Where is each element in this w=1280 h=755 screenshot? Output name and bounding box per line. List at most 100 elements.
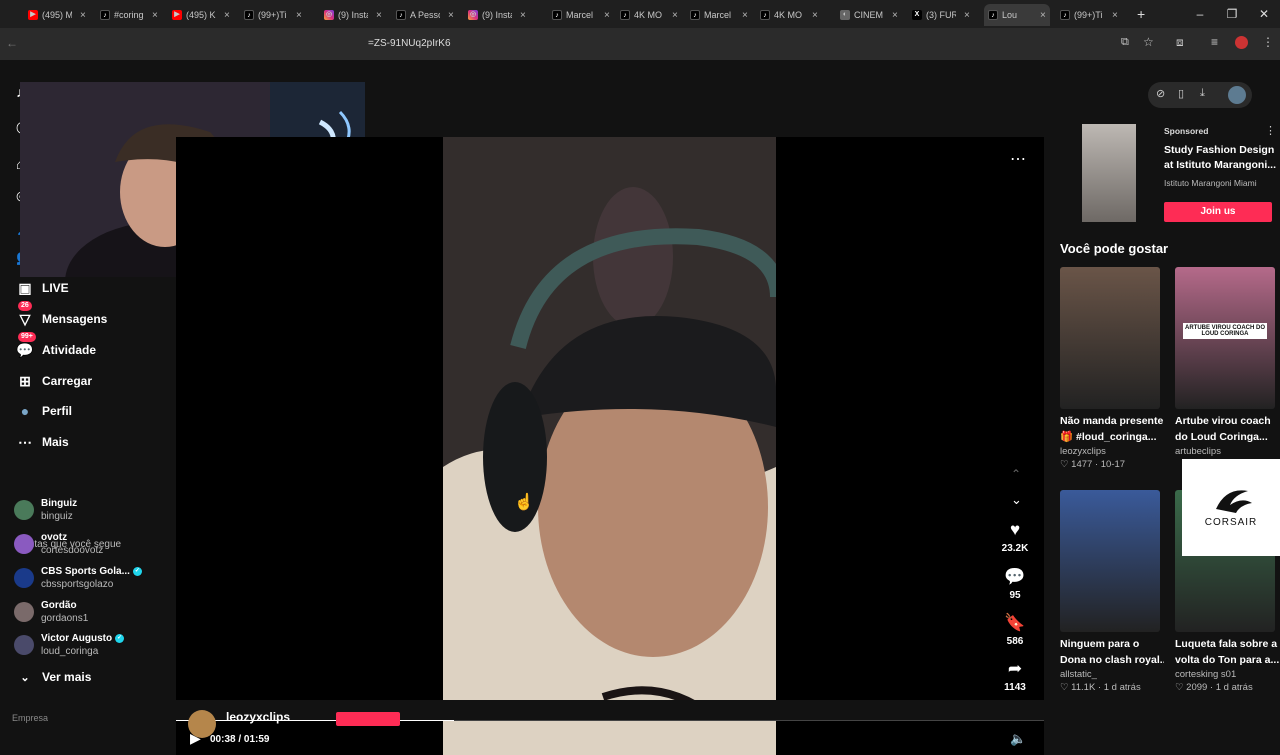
close-tab-icon[interactable]: × <box>152 10 158 21</box>
profile-avatar-icon[interactable] <box>1235 36 1248 49</box>
video-caption-line1[interactable]: Não manda presente <box>1060 413 1164 429</box>
back-icon[interactable]: ← <box>6 36 18 50</box>
close-tab-icon[interactable]: × <box>742 10 748 21</box>
sidebar-item-carregar[interactable]: ⊞ Carregar <box>16 369 92 393</box>
share-button[interactable]: ➦ 1143 <box>998 659 1032 693</box>
video-author[interactable]: artubeclips <box>1175 445 1275 458</box>
next-video-icon[interactable]: ⌄ <box>1011 492 1022 508</box>
browser-tab[interactable]: ◎ (9) Insta × <box>468 4 526 26</box>
video-caption-line2[interactable]: do Loud Coringa... <box>1175 429 1279 445</box>
video-author[interactable]: allstatic_ <box>1060 668 1160 681</box>
followed-account[interactable]: CBS Sports Gola... ✓ cbssportsgolazo <box>14 563 142 593</box>
video-author[interactable]: cortesking s01 <box>1175 668 1275 681</box>
close-tab-icon[interactable]: × <box>604 10 610 21</box>
follow-button[interactable] <box>336 712 400 726</box>
followed-account[interactable]: Gordão gordaons1 <box>14 597 88 627</box>
followed-account[interactable]: Victor Augusto ✓ loud_coringa <box>14 630 125 660</box>
author-avatar[interactable] <box>188 710 216 738</box>
sponsored-ad[interactable]: Sponsored ⋮ Study Fashion Design at Isti… <box>1060 122 1276 226</box>
followed-account[interactable]: ovotz cortesdoovotz <box>14 529 103 559</box>
url-text[interactable]: =ZS-91NUq2pIrK6 <box>368 38 451 49</box>
join-us-button[interactable]: Join us <box>1164 202 1272 222</box>
browser-tab[interactable]: ♪ Marcel × <box>552 4 610 26</box>
volume-icon[interactable]: 🔈 <box>1010 731 1026 747</box>
video-caption-line1[interactable]: Luqueta fala sobre a <box>1175 636 1279 652</box>
comment-button[interactable]: 💬 95 <box>998 567 1032 601</box>
browser-tab[interactable]: ♪ Lou × <box>984 4 1050 26</box>
video-caption-line2[interactable]: 🎁 #loud_coringa... <box>1060 429 1164 445</box>
install-icon[interactable]: ⧉ <box>1121 36 1129 49</box>
minimize-icon[interactable]: – <box>1184 0 1216 28</box>
browser-tab[interactable]: ♪ (99+)Ti × <box>244 4 302 26</box>
video-caption-line2[interactable]: Dona no clash royal... <box>1060 652 1164 668</box>
account-avatar <box>14 568 34 588</box>
tab-search-icon[interactable]: ≡ <box>1211 35 1218 49</box>
previous-video-icon[interactable]: ⌃ <box>1011 467 1021 481</box>
sidebar-item-perfil[interactable]: ● Perfil <box>16 399 72 423</box>
browser-menu-icon[interactable]: ⋮ <box>1262 35 1274 49</box>
video-thumbnail[interactable]: ARTUBE VIROU COACH DO LOUD CORINGA <box>1175 267 1275 409</box>
browser-tab[interactable]: ◎ (9) Insta × <box>324 4 382 26</box>
close-tab-icon[interactable]: × <box>892 10 898 21</box>
close-tab-icon[interactable]: × <box>1040 10 1046 21</box>
followed-account[interactable]: Binguiz binguiz <box>14 495 77 525</box>
live-icon: ▣ <box>18 279 32 296</box>
video-thumbnail[interactable] <box>1060 490 1160 632</box>
sidebar-item-atividade[interactable]: 💬 Atividade 99+ <box>16 332 96 362</box>
ad-thumbnail[interactable] <box>1082 124 1136 222</box>
browser-tab[interactable]: X (3) FUR × <box>912 4 970 26</box>
video-thumbnail[interactable] <box>1060 267 1160 409</box>
video-caption-line2[interactable]: volta do Ton para a... <box>1175 652 1279 668</box>
close-tab-icon[interactable]: × <box>672 10 678 21</box>
close-tab-icon[interactable]: × <box>448 10 454 21</box>
browser-tab[interactable]: ♪ #coring × <box>100 4 158 26</box>
video-frame[interactable] <box>443 137 776 755</box>
coin-icon[interactable]: ⊘ <box>1156 87 1165 100</box>
browser-tab[interactable]: ♪ A Pesso × <box>396 4 454 26</box>
recommended-video[interactable]: Não manda presente 🎁 #loud_coringa... leoz… <box>1060 267 1163 472</box>
sidebar-item-live[interactable]: ▣ LIVE <box>16 276 68 300</box>
video-caption-line1[interactable]: Artube virou coach <box>1175 413 1279 429</box>
extensions-icon[interactable]: ⧈ <box>1176 35 1184 50</box>
video-options-icon[interactable]: ⋯ <box>1010 149 1026 169</box>
close-tab-icon[interactable]: × <box>520 10 526 21</box>
close-tab-icon[interactable]: × <box>80 10 86 21</box>
notification-badge: 99+ <box>18 332 36 342</box>
new-tab-icon[interactable]: + <box>1137 6 1145 22</box>
device-icon[interactable]: ▯ <box>1178 87 1184 100</box>
footer-link[interactable]: Empresa <box>12 713 48 723</box>
close-tab-icon[interactable]: × <box>812 10 818 21</box>
video-author[interactable]: leozyxclips <box>1060 445 1160 458</box>
browser-tab[interactable]: ♪ 4K MO × <box>620 4 678 26</box>
mouse-pointer-icon: ☝ <box>514 494 534 511</box>
maximize-icon[interactable]: ❐ <box>1216 0 1248 28</box>
browser-tab[interactable]: ▶ (495) M × <box>28 4 86 26</box>
bookmark-star-icon[interactable]: ☆ <box>1143 35 1154 49</box>
close-tab-icon[interactable]: × <box>376 10 382 21</box>
browser-tab[interactable]: ♪ (99+)Ti × <box>1060 4 1118 26</box>
browser-tab[interactable]: ♪ Marcel × <box>690 4 748 26</box>
corsair-overlay[interactable]: CORSAIR <box>1182 459 1280 556</box>
download-icon[interactable]: ⤓ <box>1200 87 1205 100</box>
video-player[interactable]: ⋯ ⌃ ⌄ ♥ 23.2K 💬 95 🔖 586 ➦ 1143 ▶ 00:38 … <box>176 137 1044 755</box>
see-more-button[interactable]: ⌄ Ver mais <box>16 665 91 689</box>
recommended-video[interactable]: Ninguem para o Dona no clash royal... alls… <box>1060 490 1164 695</box>
close-window-icon[interactable]: ✕ <box>1248 0 1280 28</box>
sidebar-item-label: Mensagens <box>42 312 108 326</box>
author-username[interactable]: leozyxclips <box>226 710 290 724</box>
recommended-video[interactable]: ARTUBE VIROU COACH DO LOUD CORINGA Artube… <box>1175 267 1275 458</box>
close-tab-icon[interactable]: × <box>224 10 230 21</box>
sidebar-item-mais[interactable]: ⋯ Mais <box>16 430 69 454</box>
sidebar-item-mensagens[interactable]: ▽ Mensagens 26 <box>16 301 108 331</box>
browser-tab[interactable]: ◐ CINEM × <box>840 4 898 26</box>
close-tab-icon[interactable]: × <box>964 10 970 21</box>
like-button[interactable]: ♥ 23.2K <box>998 520 1032 554</box>
close-tab-icon[interactable]: × <box>296 10 302 21</box>
video-caption-line1[interactable]: Ninguem para o <box>1060 636 1164 652</box>
browser-tab[interactable]: ▶ (495) K × <box>172 4 230 26</box>
save-button[interactable]: 🔖 586 <box>998 613 1032 647</box>
user-avatar[interactable] <box>1228 86 1246 104</box>
close-tab-icon[interactable]: × <box>1112 10 1118 21</box>
browser-tab[interactable]: ♪ 4K MO × <box>760 4 818 26</box>
ad-options-icon[interactable]: ⋮ <box>1265 124 1276 137</box>
